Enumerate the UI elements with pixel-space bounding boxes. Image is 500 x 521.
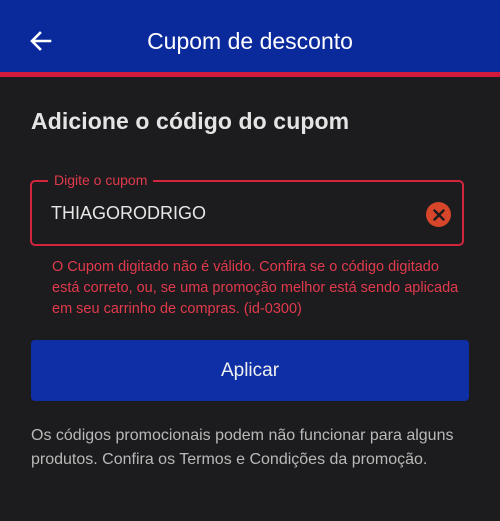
coupon-field-label: Digite o cupom — [48, 170, 154, 190]
page-title: Cupom de desconto — [147, 28, 353, 54]
coupon-input[interactable] — [51, 200, 411, 226]
apply-button[interactable]: Aplicar — [31, 340, 469, 401]
arrow-left-icon — [30, 31, 52, 51]
promo-disclaimer: Os códigos promocionais podem não funcio… — [31, 427, 454, 468]
section-heading: Adicione o código do cupom — [31, 108, 350, 134]
coupon-error-message: O Cupom digitado não é válido. Confira s… — [52, 259, 459, 317]
clear-input-button[interactable] — [426, 202, 451, 227]
close-icon — [432, 208, 445, 221]
header-accent-stripe — [0, 72, 500, 77]
coupon-field: Digite o cupom — [30, 170, 464, 246]
back-button[interactable] — [24, 24, 58, 58]
